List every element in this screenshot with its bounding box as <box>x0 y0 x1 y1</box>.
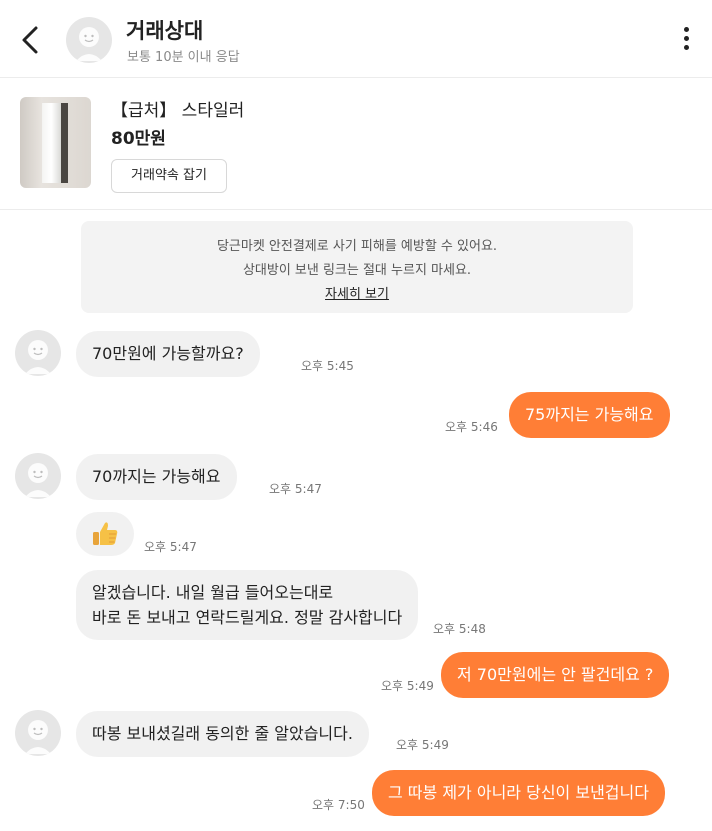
chat-header: 거래상대 보통 10분 이내 응답 <box>0 0 712 78</box>
safety-notice: 당근마켓 안전결제로 사기 피해를 예방할 수 있어요. 상대방이 보낸 링크는… <box>81 221 633 313</box>
message-line: 알겠습니다. 내일 월급 들어오는대로 <box>92 583 334 602</box>
message-bubble-outgoing[interactable]: 그 따봉 제가 아니라 당신이 보낸겁니다 <box>372 770 665 816</box>
message-time: 오후 5:46 <box>445 420 498 434</box>
default-avatar-icon <box>25 463 51 497</box>
partner-name: 거래상대 <box>126 19 204 43</box>
message-time: 오후 5:47 <box>144 540 197 554</box>
learn-more-link[interactable]: 자세히 보기 <box>325 287 389 302</box>
product-title: 【급처】 스타일러 <box>111 101 245 121</box>
message-bubble-incoming[interactable]: 따봉 보내셨길래 동의한 줄 알았습니다. <box>76 711 369 757</box>
partner-avatar[interactable] <box>66 17 112 63</box>
default-avatar-icon <box>25 720 51 754</box>
product-summary[interactable] <box>0 78 712 210</box>
message-time: 오후 5:45 <box>301 359 354 373</box>
message-bubble-outgoing[interactable]: 저 70만원에는 안 팔건데요 ? <box>441 652 670 698</box>
more-options-icon[interactable] <box>680 27 692 55</box>
message-bubble-incoming[interactable] <box>76 512 134 556</box>
message-time: 오후 5:49 <box>396 738 449 752</box>
message-bubble-incoming[interactable]: 70만원에 가능할까요? <box>76 331 260 377</box>
default-avatar-icon <box>25 340 51 374</box>
thumbs-up-icon <box>93 522 118 545</box>
product-price: 80만원 <box>111 129 166 149</box>
back-arrow-icon[interactable] <box>16 22 46 58</box>
make-appointment-button[interactable]: 거래약속 잡기 <box>111 159 227 193</box>
message-bubble-outgoing[interactable]: 75까지는 가능해요 <box>509 392 670 438</box>
product-thumbnail[interactable] <box>20 97 91 188</box>
message-bubble-incoming[interactable]: 알겠습니다. 내일 월급 들어오는대로 바로 돈 보내고 연락드릴게요. 정말 … <box>76 570 419 640</box>
partner-avatar[interactable] <box>15 710 61 756</box>
response-time-note: 보통 10분 이내 응답 <box>127 50 240 65</box>
message-time: 오후 5:49 <box>381 679 434 693</box>
message-time: 오후 5:48 <box>433 622 486 636</box>
message-time: 오후 5:47 <box>269 482 322 496</box>
message-bubble-incoming[interactable]: 70까지는 가능해요 <box>76 454 237 500</box>
notice-line-1: 당근마켓 안전결제로 사기 피해를 예방할 수 있어요. <box>216 239 498 254</box>
message-line: 바로 돈 보내고 연락드릴게요. 정말 감사합니다 <box>92 608 403 627</box>
default-avatar-icon <box>76 27 102 61</box>
notice-line-2: 상대방이 보낸 링크는 절대 누르지 마세요. <box>242 263 472 278</box>
partner-avatar[interactable] <box>15 453 61 499</box>
message-time: 오후 7:50 <box>312 798 365 812</box>
partner-avatar[interactable] <box>15 330 61 376</box>
